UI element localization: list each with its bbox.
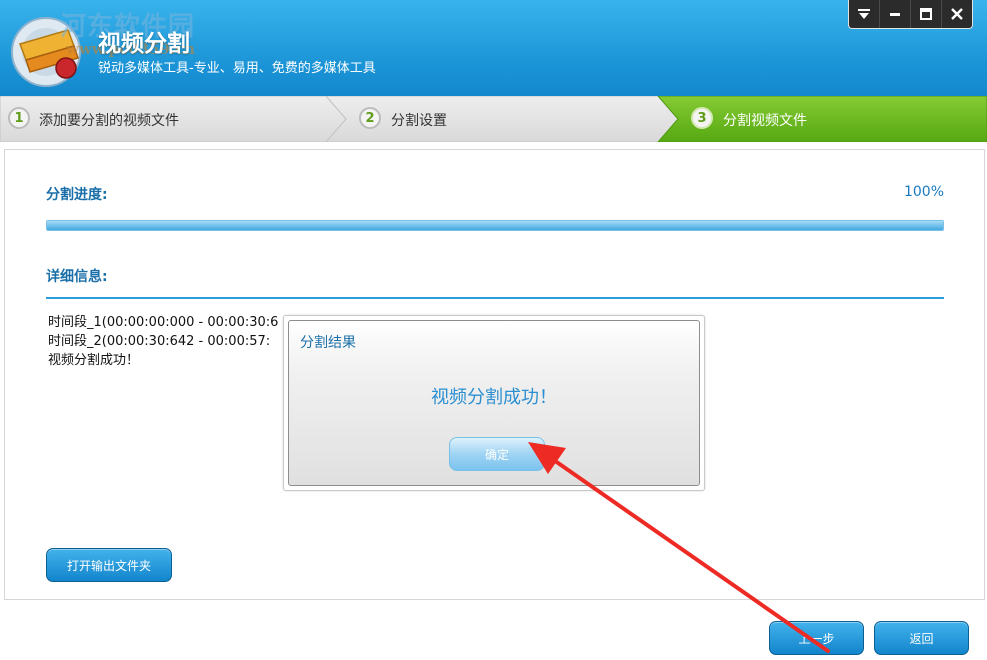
progress-label: 分割进度: xyxy=(46,187,108,203)
progress-percent: 100% xyxy=(903,184,944,200)
details-label: 详细信息: xyxy=(46,269,108,285)
step-3-label: 分割视频文件 xyxy=(723,113,807,129)
close-icon[interactable] xyxy=(941,0,972,28)
prev-step-button[interactable]: 上一步 xyxy=(769,621,864,655)
dropdown-icon[interactable] xyxy=(849,0,879,28)
progress-bar xyxy=(46,220,944,231)
app-header: 河东软件园 www.pc0359.cn 视频分割 锐动多媒体工具-专业、易用、免… xyxy=(0,0,987,96)
app-title: 视频分割 xyxy=(98,31,190,57)
minimize-icon[interactable] xyxy=(879,0,910,28)
dialog-message: 视频分割成功！ xyxy=(431,387,557,408)
window-controls xyxy=(848,0,973,29)
result-dialog-body: 分割结果 视频分割成功！ 确定 xyxy=(288,320,700,486)
app-subtitle: 锐动多媒体工具-专业、易用、免费的多媒体工具 xyxy=(98,61,376,76)
progress-fill xyxy=(47,221,943,230)
step-2-number: 2 xyxy=(359,107,381,129)
back-button[interactable]: 返回 xyxy=(874,621,969,655)
maximize-icon[interactable] xyxy=(910,0,941,28)
wizard-steps: 1 添加要分割的视频文件 2 分割设置 3 分割视频文件 xyxy=(0,96,987,142)
ok-button[interactable]: 确定 xyxy=(449,437,545,471)
dialog-title: 分割结果 xyxy=(300,335,356,351)
step-1-number: 1 xyxy=(8,107,30,129)
result-dialog: 分割结果 视频分割成功！ 确定 xyxy=(283,315,705,491)
details-divider xyxy=(46,297,944,299)
step-2-label: 分割设置 xyxy=(391,113,447,129)
step-3-number: 3 xyxy=(691,107,713,129)
step-1-label: 添加要分割的视频文件 xyxy=(39,113,179,129)
open-output-folder-button[interactable]: 打开输出文件夹 xyxy=(46,548,172,582)
